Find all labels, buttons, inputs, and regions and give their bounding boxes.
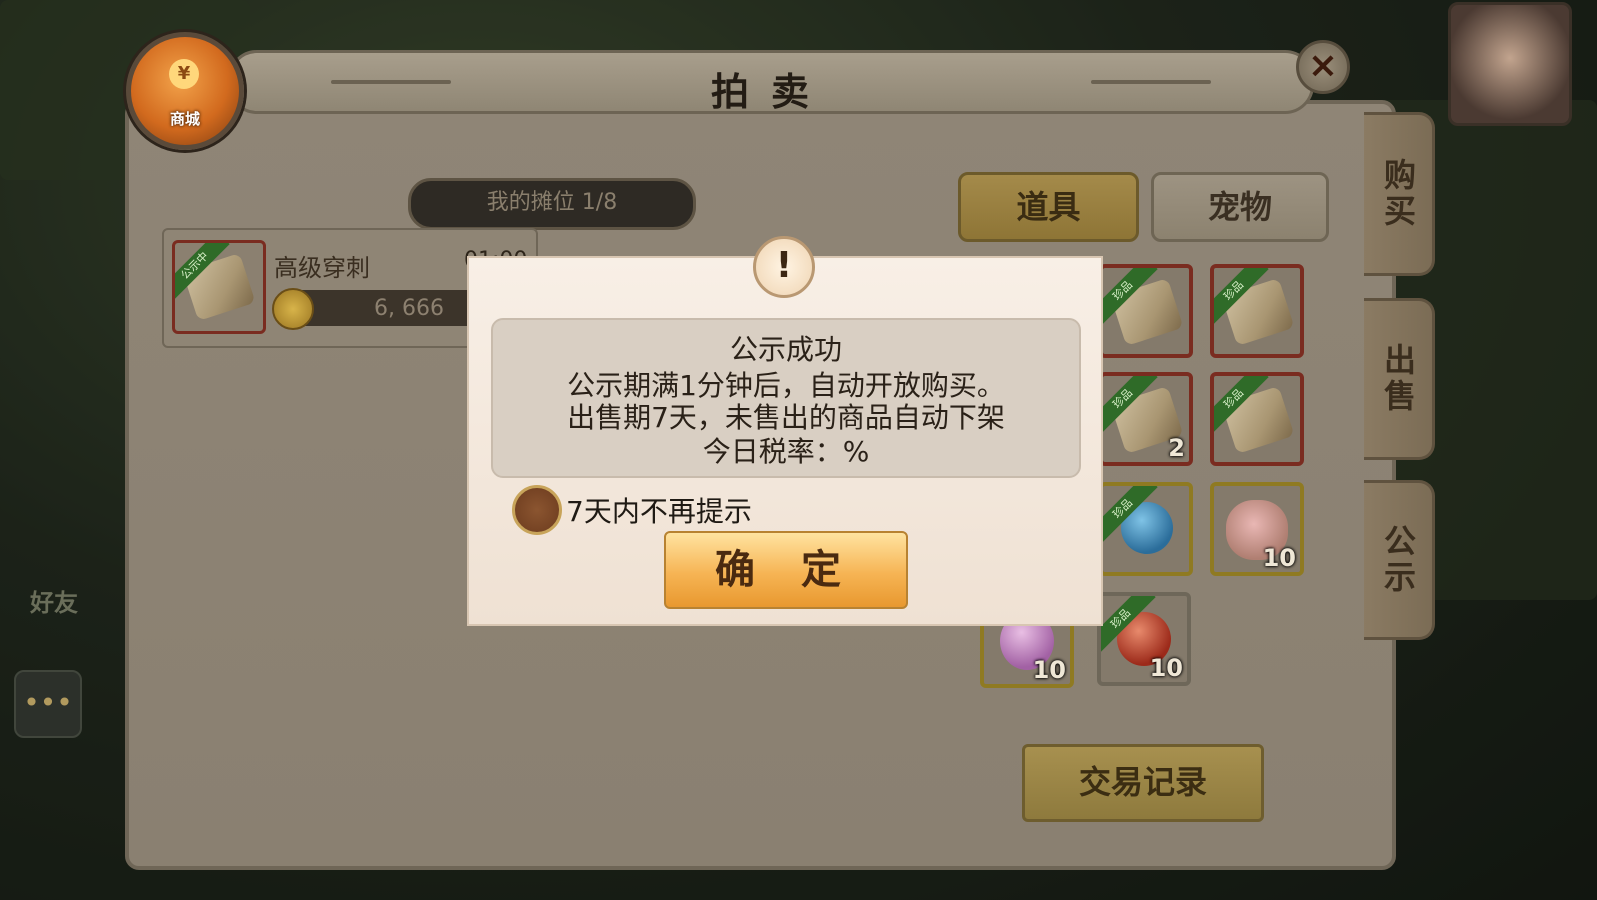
side-tab-sell[interactable]: 出售: [1364, 298, 1435, 460]
dialog-title: 公示成功: [729, 333, 842, 366]
title-bar: 拍卖: [228, 50, 1314, 114]
item-count: 10: [1149, 654, 1183, 682]
item-count: 2: [1168, 434, 1185, 462]
dialog-line-3: 今日税率：%: [702, 435, 870, 468]
close-icon: ×: [1307, 45, 1339, 86]
item-count: 10: [1032, 656, 1066, 684]
inventory-slot[interactable]: 珍品: [1099, 264, 1193, 358]
my-stall-label: 我的摊位 1/8: [408, 178, 696, 230]
side-tab-buy[interactable]: 购买: [1364, 112, 1435, 276]
listing-price: 6, 666: [374, 296, 444, 321]
inventory-slot[interactable]: 珍品 2: [1099, 372, 1193, 466]
page-title: 拍卖: [710, 70, 831, 114]
side-tab-public[interactable]: 公示: [1364, 480, 1435, 640]
mall-coin-icon: ¥: [169, 59, 199, 89]
message-box: 公示成功 公示期满1分钟后，自动开放购买。 出售期7天，未售出的商品自动下架 今…: [491, 318, 1081, 478]
item-count: 10: [1262, 544, 1296, 572]
chat-button[interactable]: •••: [14, 670, 82, 738]
tab-pets[interactable]: 宠物: [1151, 172, 1329, 242]
player-portrait[interactable]: [1448, 2, 1572, 126]
listing-name: 高级穿刺: [274, 254, 370, 282]
dont-remind-checkbox[interactable]: [512, 485, 562, 535]
inventory-slot[interactable]: 10: [1210, 482, 1304, 576]
inventory-slot[interactable]: 珍品: [1210, 264, 1304, 358]
chat-bubble-icon: •••: [23, 686, 73, 719]
alert-icon: !: [753, 236, 815, 298]
trade-history-button[interactable]: 交易记录: [1022, 744, 1264, 822]
friend-button[interactable]: 好友: [14, 568, 94, 638]
inventory-slot[interactable]: 珍品: [1099, 482, 1193, 576]
tab-items[interactable]: 道具: [958, 172, 1139, 242]
coin-icon: [272, 288, 314, 330]
dont-remind-label: 7天内不再提示: [566, 495, 752, 528]
mall-button[interactable]: ¥ 商城: [126, 32, 244, 150]
mall-label: 商城: [169, 110, 200, 128]
confirm-button[interactable]: 确 定: [664, 531, 908, 609]
listing-thumbnail: 公示中: [172, 240, 266, 334]
close-button[interactable]: ×: [1296, 40, 1350, 94]
inventory-slot[interactable]: 珍品 10: [1097, 592, 1191, 686]
inventory-slot[interactable]: 珍品: [1210, 372, 1304, 466]
